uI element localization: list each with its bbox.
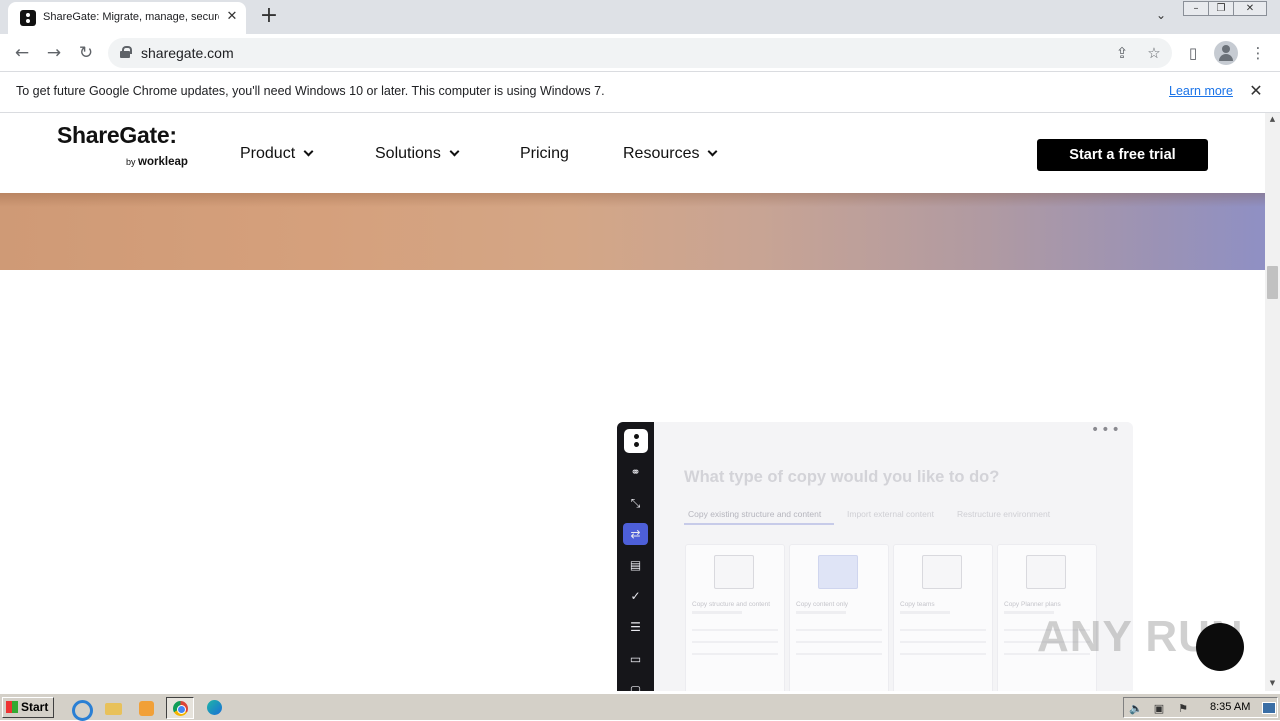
- windows-taskbar: Start 🔈 ▣ ⚑ 8:35 AM: [0, 693, 1280, 721]
- card-subtitle: [692, 611, 742, 614]
- start-label: Start: [21, 700, 49, 714]
- scroll-down-arrow-icon[interactable]: ▼: [1265, 679, 1280, 689]
- card-copy-structure: Copy structure and content: [685, 544, 785, 691]
- side-panel-icon[interactable]: ▯: [1181, 41, 1205, 65]
- folder-icon: [818, 555, 858, 589]
- shield-check-icon: ✓: [630, 589, 641, 603]
- profile-avatar-icon[interactable]: [1214, 41, 1238, 65]
- reload-icon[interactable]: ↻: [73, 40, 99, 66]
- web-page: ShareGate: by workleap Product Solutions…: [0, 113, 1265, 691]
- clipboard-icon: ▤: [629, 558, 642, 572]
- app-logo-icon: [624, 429, 648, 453]
- chevron-down-icon: [708, 146, 718, 157]
- address-bar[interactable]: sharegate.com ⇪ ☆: [108, 38, 1172, 68]
- system-tray: 🔈 ▣ ⚑ 8:35 AM: [1123, 697, 1278, 718]
- binoculars-icon: ⚭: [630, 465, 641, 479]
- vertical-scrollbar[interactable]: ▲ ▼: [1265, 113, 1280, 691]
- start-button[interactable]: Start: [2, 697, 54, 718]
- logo-wordmark: ShareGate:: [57, 122, 177, 148]
- card-line: [796, 641, 882, 643]
- network-icon[interactable]: ▣: [1152, 702, 1166, 715]
- card-line: [692, 629, 778, 631]
- card-subtitle: [796, 611, 846, 614]
- card-title: Copy content only: [796, 601, 849, 608]
- nav-pricing[interactable]: Pricing: [520, 145, 569, 163]
- card-title: Copy Planner plans: [1004, 601, 1061, 608]
- card-line: [900, 641, 986, 643]
- card-line: [900, 629, 986, 631]
- tab-restructure: Restructure environment: [957, 509, 1051, 519]
- tab-close-icon[interactable]: ✕: [224, 8, 240, 26]
- window-close-button[interactable]: ✕: [1233, 1, 1267, 16]
- action-center-flag-icon[interactable]: ⚑: [1176, 702, 1190, 715]
- sharegate-favicon-icon: [20, 10, 36, 26]
- media-player-icon[interactable]: [133, 697, 161, 719]
- teams-icon: [922, 555, 962, 589]
- update-infobar: To get future Google Chrome updates, you…: [0, 72, 1280, 113]
- active-tab-underline: [684, 523, 834, 525]
- chrome-taskbar-icon[interactable]: [166, 697, 194, 719]
- site-header: ShareGate: by workleap Product Solutions…: [0, 113, 1265, 193]
- card-title: Copy teams: [900, 601, 935, 608]
- edge-icon[interactable]: [201, 697, 229, 719]
- restore-button[interactable]: ❐: [1208, 1, 1234, 16]
- logo-byline: by workleap: [126, 156, 188, 168]
- show-desktop-icon[interactable]: [1262, 702, 1276, 714]
- calendar-icon: ▭: [629, 652, 642, 666]
- share-icon[interactable]: ⇪: [1110, 41, 1134, 65]
- kebab-menu-icon[interactable]: ⋮: [1246, 41, 1270, 65]
- tab-import-external: Import external content: [847, 509, 934, 519]
- more-menu-icon: •••: [1091, 422, 1122, 438]
- document-icon: ▢: [629, 683, 642, 691]
- hero-gradient-band: [0, 193, 1265, 270]
- card-subtitle: [900, 611, 950, 614]
- window-arrow-icon: [714, 555, 754, 589]
- learn-more-link[interactable]: Learn more: [1169, 84, 1233, 98]
- file-explorer-icon[interactable]: [100, 697, 128, 719]
- card-title: Copy structure and content: [692, 601, 771, 608]
- nav-product[interactable]: Product: [240, 145, 314, 163]
- expand-icon: ⤡: [630, 496, 641, 510]
- nav-resources[interactable]: Resources: [623, 145, 718, 163]
- list-check-icon: ☰: [630, 620, 641, 634]
- browser-tab[interactable]: ShareGate: Migrate, manage, secure ✕: [8, 2, 246, 34]
- nav-solutions[interactable]: Solutions: [375, 145, 460, 163]
- browser-toolbar: ← → ↻ sharegate.com ⇪ ☆ ▯ ⋮: [0, 34, 1280, 72]
- url-text[interactable]: sharegate.com: [141, 45, 234, 61]
- back-arrow-icon[interactable]: ←: [9, 40, 35, 66]
- copy-icon: ⇄: [623, 523, 648, 545]
- card-line: [900, 653, 986, 655]
- start-free-trial-button[interactable]: Start a free trial: [1037, 139, 1208, 171]
- tab-copy-existing: Copy existing structure and content: [688, 509, 822, 519]
- infobar-message: To get future Google Chrome updates, you…: [16, 84, 605, 98]
- copy-question: What type of copy would you like to do?: [684, 468, 1000, 486]
- app-sidebar: ⚭ ⤡ ⇄ ▤ ✓ ☰ ▭ ▢: [617, 422, 654, 691]
- lock-icon[interactable]: [120, 46, 132, 58]
- browser-tab-strip: ShareGate: Migrate, manage, secure ✕ + ⌄…: [0, 0, 1280, 34]
- windows-logo-icon: [6, 701, 18, 713]
- chevron-down-icon: [449, 146, 460, 157]
- clock[interactable]: 8:35 AM: [1210, 701, 1250, 713]
- card-line: [692, 641, 778, 643]
- minimize-button[interactable]: –: [1183, 1, 1209, 16]
- chevron-down-icon: [303, 146, 314, 157]
- card-copy-content: Copy content only: [789, 544, 889, 691]
- bookmark-star-icon[interactable]: ☆: [1142, 41, 1166, 65]
- card-line: [796, 653, 882, 655]
- card-copy-teams: Copy teams: [893, 544, 993, 691]
- anyrun-logo-icon: [1196, 623, 1244, 671]
- infobar-close-icon[interactable]: ✕: [1247, 81, 1265, 101]
- forward-arrow-icon[interactable]: →: [41, 40, 67, 66]
- tab-search-chevron-icon[interactable]: ⌄: [1152, 8, 1170, 26]
- tab-title: ShareGate: Migrate, manage, secure: [43, 11, 219, 23]
- volume-icon[interactable]: 🔈: [1129, 702, 1143, 715]
- scroll-thumb[interactable]: [1267, 266, 1278, 299]
- scroll-up-arrow-icon[interactable]: ▲: [1265, 115, 1280, 125]
- card-line: [692, 653, 778, 655]
- new-tab-button[interactable]: +: [258, 5, 280, 28]
- card-line: [796, 629, 882, 631]
- internet-explorer-icon[interactable]: [66, 697, 94, 721]
- sharegate-logo[interactable]: ShareGate: by workleap: [57, 122, 202, 172]
- checklist-icon: [1026, 555, 1066, 589]
